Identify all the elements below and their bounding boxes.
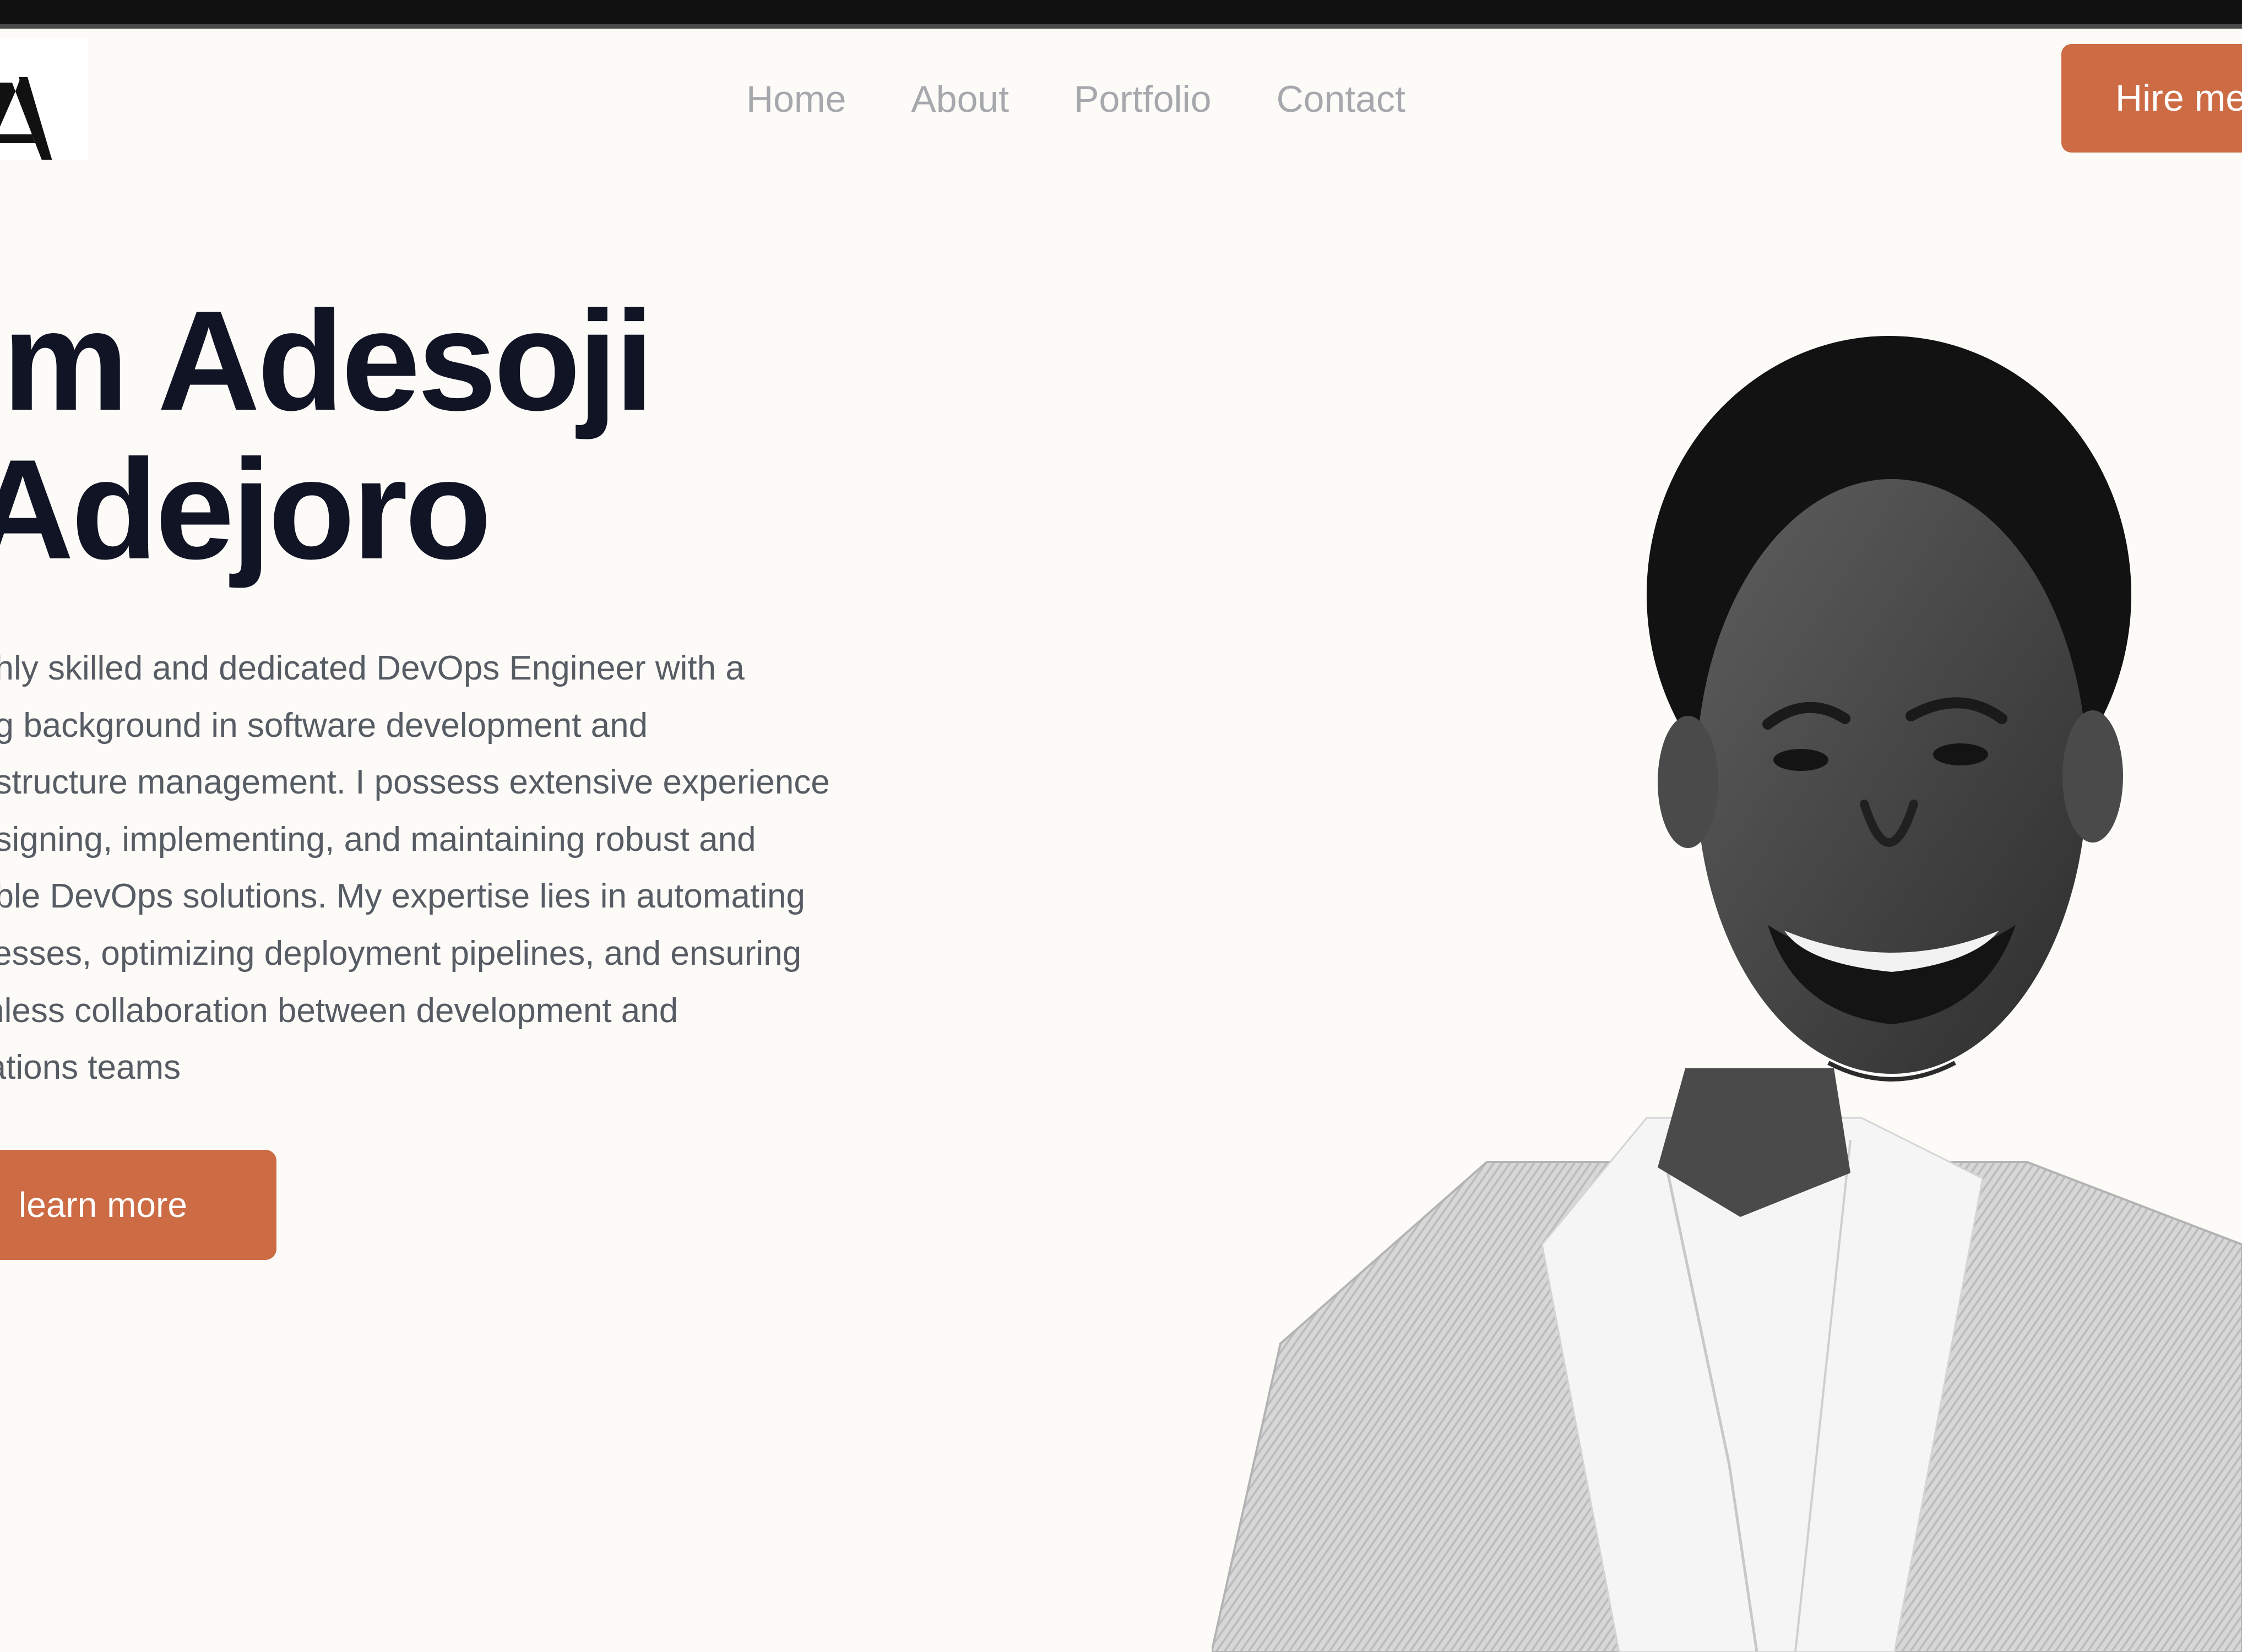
site-logo[interactable]: [0, 39, 88, 193]
hero-title-line-2: Adejoro: [0, 430, 492, 589]
hero-description-line: able DevOps solutions. My expertise lies…: [0, 877, 805, 916]
hero-description: ghly skilled and dedicated DevOps Engine…: [0, 640, 945, 1096]
main-nav: Home About Portfolio Contact: [746, 77, 1470, 121]
hero-description-line: esigning, implementing, and maintaining …: [0, 820, 756, 858]
hire-me-button[interactable]: Hire me: [2061, 44, 2242, 153]
nav-contact[interactable]: Contact: [1277, 77, 1405, 121]
hero-title-line-1: 'm Adesoji: [0, 281, 654, 440]
browser-top-strip: [0, 0, 2242, 29]
hero-description-line: ng background in software development an…: [0, 706, 648, 745]
hero-title: 'm Adesoji Adejoro: [0, 286, 654, 584]
learn-more-button[interactable]: learn more: [0, 1150, 276, 1260]
nav-home[interactable]: Home: [746, 77, 846, 121]
hero-description-line: mless collaboration between development …: [0, 991, 678, 1030]
hero-description-line: cesses, optimizing deployment pipelines,…: [0, 934, 802, 972]
hero-description-line: astructure management. I possess extensi…: [0, 763, 830, 802]
portrait-photo: [1212, 308, 2242, 1652]
hero-description-line: rations teams: [0, 1048, 181, 1087]
nav-about[interactable]: About: [911, 77, 1009, 121]
monogram-logo-icon: [0, 77, 65, 193]
nav-portfolio[interactable]: Portfolio: [1074, 77, 1211, 121]
hero-description-line: ghly skilled and dedicated DevOps Engine…: [0, 649, 745, 687]
